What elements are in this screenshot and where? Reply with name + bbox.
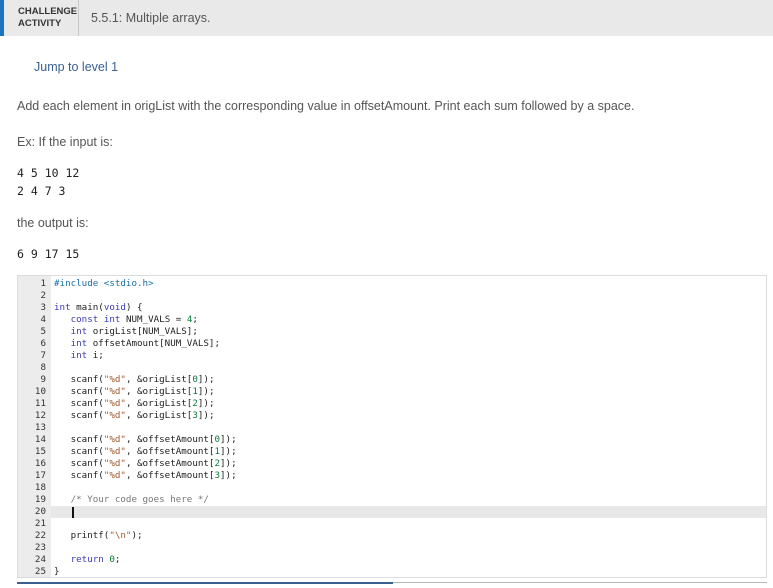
code-line-background [51,530,766,542]
code-line[interactable]: 1 #include <stdio.h> [18,278,766,290]
code-line-background [51,506,766,518]
code-line[interactable]: 6 int offsetAmount[NUM_VALS]; [18,338,766,350]
activity-title: 5.5.1: Multiple arrays. [91,11,211,25]
code-line[interactable]: 22 printf("\n"); [18,530,766,542]
badge-line-2: ACTIVITY [18,18,62,29]
line-number: 16 [34,458,46,469]
line-number: 14 [34,434,46,445]
bottom-progress-bar [17,582,767,588]
code-line[interactable]: 15 scanf("%d", &offsetAmount[1]); [18,446,766,458]
example-input-line-1: 4 5 10 12 [17,166,80,180]
line-number: 9 [40,374,46,385]
line-number: 12 [34,410,46,421]
line-number: 3 [40,302,46,313]
code-line[interactable]: 25} [18,566,766,578]
line-number: 23 [34,542,46,553]
code-text[interactable]: int origList[NUM_VALS]; [54,326,198,338]
code-line[interactable]: 24 return 0; [18,554,766,566]
code-line[interactable]: 5 int origList[NUM_VALS]; [18,326,766,338]
code-line-background [51,482,766,494]
line-number: 20 [34,506,46,517]
example-intro: Ex: If the input is: [17,135,113,149]
code-line[interactable]: 13 [18,422,766,434]
line-number: 21 [34,518,46,529]
code-line[interactable]: 16 scanf("%d", &offsetAmount[2]); [18,458,766,470]
line-number: 22 [34,530,46,541]
code-line[interactable]: 7 int i; [18,350,766,362]
instructions-text: Add each element in origList with the co… [17,99,635,113]
code-line-background [51,566,766,578]
code-line[interactable]: 14 scanf("%d", &offsetAmount[0]); [18,434,766,446]
code-text[interactable]: int i; [54,350,104,362]
code-line-background [51,542,766,554]
line-number: 8 [40,362,46,373]
line-number: 4 [40,314,46,325]
code-line[interactable]: 18 [18,482,766,494]
code-line-background [51,518,766,530]
code-text[interactable]: scanf("%d", &origList[2]); [54,398,215,410]
code-line-background [51,278,766,290]
code-text[interactable]: scanf("%d", &origList[1]); [54,386,215,398]
code-line[interactable]: 10 scanf("%d", &origList[1]); [18,386,766,398]
example-input-line-2: 2 4 7 3 [17,184,66,198]
code-editor[interactable]: 1 #include <stdio.h> 2 3 int main(void) {4 c… [17,275,767,578]
badge-line-1: CHALLENGE [18,6,78,17]
line-number: 19 [34,494,46,505]
code-line-background [51,290,766,302]
code-line[interactable]: 9 scanf("%d", &origList[0]); [18,374,766,386]
code-line[interactable]: 11 scanf("%d", &origList[2]); [18,398,766,410]
jump-to-level-link[interactable]: Jump to level 1 [34,60,118,74]
line-number: 18 [34,482,46,493]
code-line-background [51,554,766,566]
code-text[interactable]: return 0; [54,554,121,566]
code-line-background [51,422,766,434]
code-text[interactable]: scanf("%d", &origList[0]); [54,374,215,386]
line-number: 15 [34,446,46,457]
code-text[interactable]: scanf("%d", &offsetAmount[2]); [54,458,237,470]
example-output: 6 9 17 15 [17,247,80,261]
code-line[interactable]: 3 int main(void) { [18,302,766,314]
line-number: 17 [34,470,46,481]
code-text[interactable]: int main(void) { [54,302,143,314]
text-cursor [72,507,74,518]
code-line[interactable]: 8 [18,362,766,374]
code-line-background [51,350,766,362]
code-line-background [51,302,766,314]
example-input: 4 5 10 12 2 4 7 3 [17,164,79,200]
line-number: 25 [34,566,46,577]
code-line[interactable]: 17 scanf("%d", &offsetAmount[3]); [18,470,766,482]
code-line[interactable]: 21 [18,518,766,530]
bottom-progress-segment [17,582,393,584]
code-text[interactable]: #include <stdio.h> [54,278,154,290]
challenge-activity-badge: CHALLENGE ACTIVITY [4,0,79,36]
line-number: 10 [34,386,46,397]
line-number: 24 [34,554,46,565]
code-line[interactable]: 19 /* Your code goes here */ [18,494,766,506]
code-text[interactable]: scanf("%d", &offsetAmount[1]); [54,446,237,458]
activity-header: CHALLENGE ACTIVITY 5.5.1: Multiple array… [0,0,773,36]
code-text[interactable]: int offsetAmount[NUM_VALS]; [54,338,220,350]
code-line[interactable]: 4 const int NUM_VALS = 4; [18,314,766,326]
code-text[interactable]: } [54,566,60,578]
line-number: 6 [40,338,46,349]
code-text[interactable]: printf("\n"); [54,530,143,542]
code-line[interactable]: 23 [18,542,766,554]
code-text[interactable]: scanf("%d", &offsetAmount[3]); [54,470,237,482]
code-line[interactable]: 2 [18,290,766,302]
code-text[interactable]: scanf("%d", &offsetAmount[0]); [54,434,237,446]
line-number: 5 [40,326,46,337]
line-number: 2 [40,290,46,301]
code-text[interactable]: const int NUM_VALS = 4; [54,314,198,326]
line-number: 11 [34,398,46,409]
output-intro: the output is: [17,216,89,230]
line-number: 13 [34,422,46,433]
code-text[interactable]: /* Your code goes here */ [54,494,209,506]
line-number: 7 [40,350,46,361]
code-text[interactable]: scanf("%d", &origList[3]); [54,410,215,422]
line-number: 1 [40,278,46,289]
code-line-background [51,362,766,374]
code-line[interactable]: 12 scanf("%d", &origList[3]); [18,410,766,422]
code-line[interactable]: 20 [18,506,766,518]
